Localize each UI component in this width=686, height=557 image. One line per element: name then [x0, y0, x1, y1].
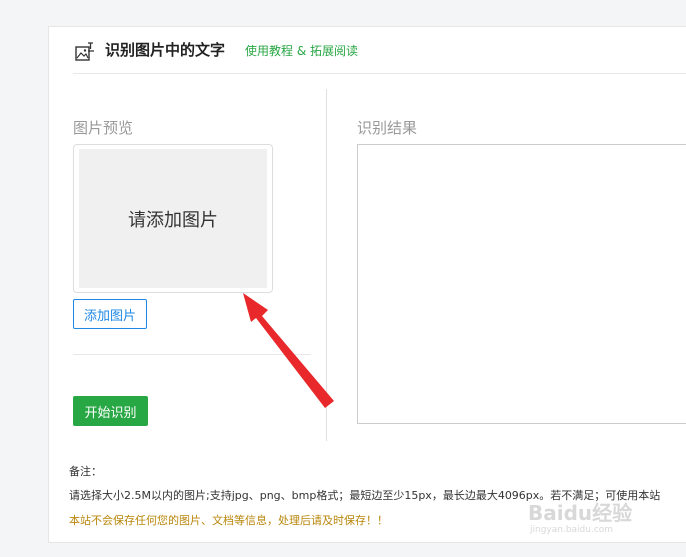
column-divider	[326, 89, 327, 441]
page-title: 识别图片中的文字	[105, 41, 226, 59]
image-preview[interactable]: 请添加图片	[73, 144, 273, 293]
preview-label: 图片预览	[73, 119, 134, 137]
image-text-icon	[75, 42, 94, 61]
result-label: 识别结果	[357, 119, 418, 137]
header-divider	[73, 73, 686, 74]
tutorial-link[interactable]: 使用教程 & 拓展阅读	[245, 42, 358, 59]
ocr-card: 识别图片中的文字 使用教程 & 拓展阅读 图片预览 请添加图片 添加图片 开始识…	[48, 26, 686, 543]
result-textarea[interactable]	[357, 144, 686, 424]
notes-warning: 本站不会保存任何您的图片、文档等信息，处理后请及时保存！！	[69, 514, 388, 527]
preview-placeholder-text: 请添加图片	[128, 209, 218, 231]
left-divider	[73, 354, 311, 355]
notes-title: 备注：	[69, 465, 102, 478]
add-image-button[interactable]: 添加图片	[73, 299, 147, 329]
start-recognition-button[interactable]: 开始识别	[73, 396, 148, 426]
header: 识别图片中的文字 使用教程 & 拓展阅读	[49, 27, 686, 74]
baidu-watermark: Baidu经验	[528, 501, 633, 525]
preview-placeholder: 请添加图片	[79, 149, 267, 288]
baidu-watermark-url: jingyan.baidu.com	[530, 525, 614, 535]
